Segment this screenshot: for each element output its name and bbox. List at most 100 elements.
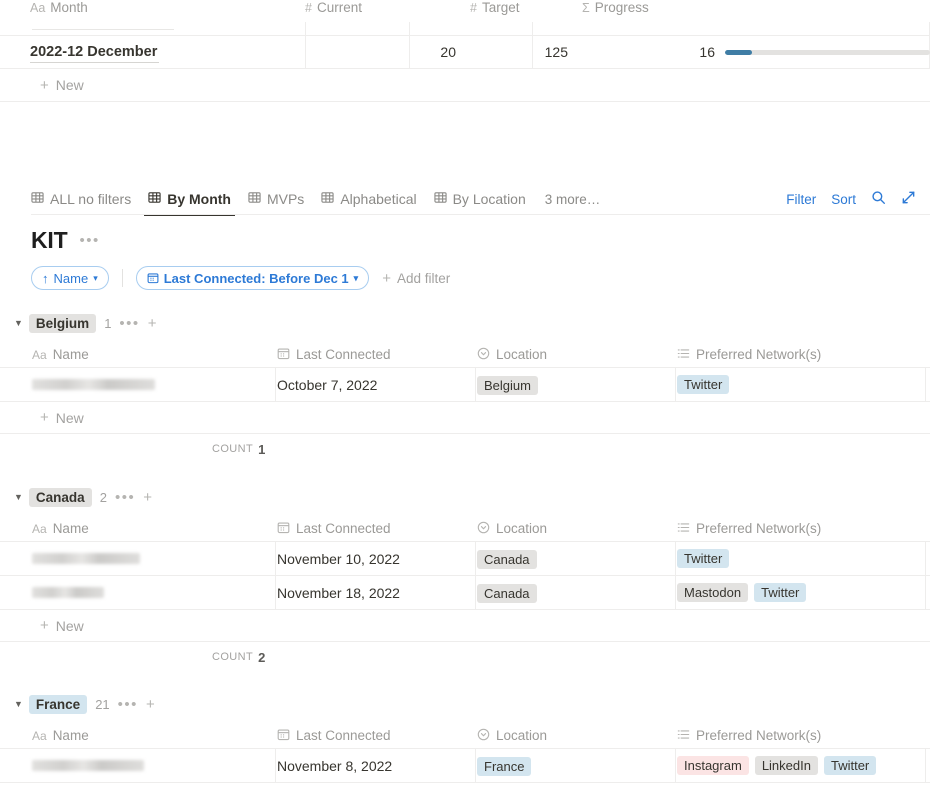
column-header-month[interactable]: Aa Month: [30, 0, 305, 15]
column-header-location[interactable]: Location: [477, 728, 677, 744]
group-table: Aa Name Last Connected Location Preferred Ne…: [0, 723, 930, 783]
network-tag: LinkedIn: [754, 756, 818, 775]
cell-target[interactable]: 125: [470, 44, 582, 60]
group-name-tag: Belgium: [28, 313, 97, 333]
cell-location[interactable]: France: [477, 756, 677, 776]
location-tag: Belgium: [477, 375, 538, 395]
column-header-label: Target: [481, 0, 520, 15]
table-row[interactable]: October 7, 2022 Belgium Twitter: [0, 368, 930, 402]
new-row-button-top-table[interactable]: + New: [0, 69, 930, 102]
page-menu-icon[interactable]: •••: [79, 233, 99, 248]
group-count-footer[interactable]: COUNT 1: [0, 434, 930, 464]
search-icon[interactable]: [871, 190, 886, 208]
row-title-link[interactable]: 2022-12 December: [30, 42, 160, 63]
cell-preferred-networks[interactable]: Instagram LinkedIn Twitter: [677, 756, 930, 775]
group-menu-icon[interactable]: •••: [118, 697, 138, 712]
redacted-name: [32, 379, 155, 390]
multi-select-property-icon: [677, 521, 690, 537]
collapse-triangle-icon[interactable]: ▼: [14, 699, 23, 709]
cell-name[interactable]: [32, 760, 277, 771]
column-header-last-connected[interactable]: Last Connected: [277, 728, 477, 744]
tab-mvps[interactable]: MVPs: [248, 184, 304, 214]
chip-divider: [121, 269, 123, 287]
new-row-button[interactable]: + New: [0, 610, 930, 642]
tabs-more-button[interactable]: 3 more…: [545, 192, 601, 207]
cell-location[interactable]: Canada: [477, 549, 677, 569]
date-property-icon: [277, 728, 290, 744]
collapse-triangle-icon[interactable]: ▼: [14, 492, 23, 502]
expand-icon[interactable]: [901, 190, 916, 208]
column-header-preferred-network-s[interactable]: Preferred Network(s): [677, 521, 930, 537]
tab-all-no-filters[interactable]: ALL no filters: [31, 184, 131, 214]
column-header-name[interactable]: Aa Name: [32, 521, 277, 536]
group-add-icon[interactable]: +: [143, 490, 152, 505]
group-count-footer[interactable]: COUNT 2: [0, 642, 930, 672]
cell-location[interactable]: Belgium: [477, 375, 677, 395]
cell-preferred-networks[interactable]: Twitter: [677, 549, 930, 568]
cell-last-connected[interactable]: November 18, 2022: [277, 585, 477, 601]
filter-button[interactable]: Filter: [786, 192, 816, 207]
column-header-location[interactable]: Location: [477, 347, 677, 363]
column-header-preferred-network-s[interactable]: Preferred Network(s): [677, 728, 930, 744]
table-row[interactable]: November 10, 2022 Canada Twitter: [0, 542, 930, 576]
select-property-icon: [477, 728, 490, 744]
new-row-button[interactable]: + New: [0, 402, 930, 434]
add-filter-button[interactable]: + Add filter: [382, 271, 450, 286]
column-header-progress[interactable]: Σ Progress: [582, 0, 930, 15]
group-menu-icon[interactable]: •••: [115, 490, 135, 505]
cell-month[interactable]: 2022-12 December: [30, 42, 305, 63]
cell-name[interactable]: [32, 379, 277, 390]
cell-name[interactable]: [32, 587, 277, 598]
column-header-label: Location: [496, 521, 548, 536]
location-tag: Canada: [477, 549, 537, 569]
plus-icon: +: [40, 409, 49, 426]
group-menu-icon[interactable]: •••: [119, 316, 139, 331]
cell-preferred-networks[interactable]: Twitter: [677, 375, 930, 394]
tab-alphabetical[interactable]: Alphabetical: [321, 184, 417, 214]
group-add-icon[interactable]: +: [146, 697, 155, 712]
table-row[interactable]: November 18, 2022 Canada Mastodon Twitter: [0, 576, 930, 610]
column-header-name[interactable]: Aa Name: [32, 728, 277, 743]
filter-chip-last-connected[interactable]: Last Connected: Before Dec 1 ▾: [135, 266, 370, 290]
select-property-icon: [477, 521, 490, 537]
sort-chip-name[interactable]: ↑ Name ▾: [31, 266, 109, 290]
tab-by-location[interactable]: By Location: [433, 184, 526, 214]
column-header-last-connected[interactable]: Last Connected: [277, 521, 477, 537]
tab-by-month[interactable]: By Month: [144, 184, 235, 216]
tab-label: By Month: [167, 191, 231, 207]
column-header-name[interactable]: Aa Name: [32, 347, 277, 362]
cell-preferred-networks[interactable]: Mastodon Twitter: [677, 583, 930, 602]
cell-name[interactable]: [32, 553, 277, 564]
table-row[interactable]: 2022-12 December 20 125 16: [0, 36, 930, 69]
plus-icon: +: [40, 76, 49, 94]
column-header-current[interactable]: # Current: [305, 0, 470, 15]
column-header-target[interactable]: # Target: [470, 0, 582, 15]
redacted-name: [32, 587, 104, 598]
column-header-preferred-network-s[interactable]: Preferred Network(s): [677, 347, 930, 363]
cell-current[interactable]: 20: [305, 44, 470, 60]
calendar-icon: [147, 272, 159, 284]
cell-location[interactable]: Canada: [477, 583, 677, 603]
group-header[interactable]: ▼ Canada 2 ••• +: [0, 486, 930, 508]
cell-last-connected[interactable]: November 8, 2022: [277, 758, 477, 774]
group-header[interactable]: ▼ France 21 ••• +: [0, 693, 930, 715]
table-row[interactable]: November 8, 2022 France Instagram LinkedIn T…: [0, 749, 930, 783]
view-tab-bar: ALL no filters By Month MVPs Alphabetical By…: [0, 184, 930, 216]
group-add-icon[interactable]: +: [148, 316, 157, 331]
table-header-row: Aa Name Last Connected Location Preferred Ne…: [0, 342, 930, 368]
collapse-triangle-icon[interactable]: ▼: [14, 318, 23, 328]
cell-last-connected[interactable]: November 10, 2022: [277, 551, 477, 567]
group-header[interactable]: ▼ Belgium 1 ••• +: [0, 312, 930, 334]
column-header-label: Preferred Network(s): [696, 347, 822, 362]
column-header-last-connected[interactable]: Last Connected: [277, 347, 477, 363]
text-property-icon: Aa: [32, 347, 47, 362]
cell-progress[interactable]: 16: [582, 44, 930, 60]
column-divider: [532, 36, 533, 68]
cell-last-connected[interactable]: October 7, 2022: [277, 377, 477, 393]
sort-button[interactable]: Sort: [831, 192, 856, 207]
text-property-icon: Aa: [32, 728, 47, 743]
progress-bar: [725, 49, 930, 55]
group-count: 1: [104, 315, 112, 331]
column-header-location[interactable]: Location: [477, 521, 677, 537]
plus-icon: +: [40, 617, 49, 634]
